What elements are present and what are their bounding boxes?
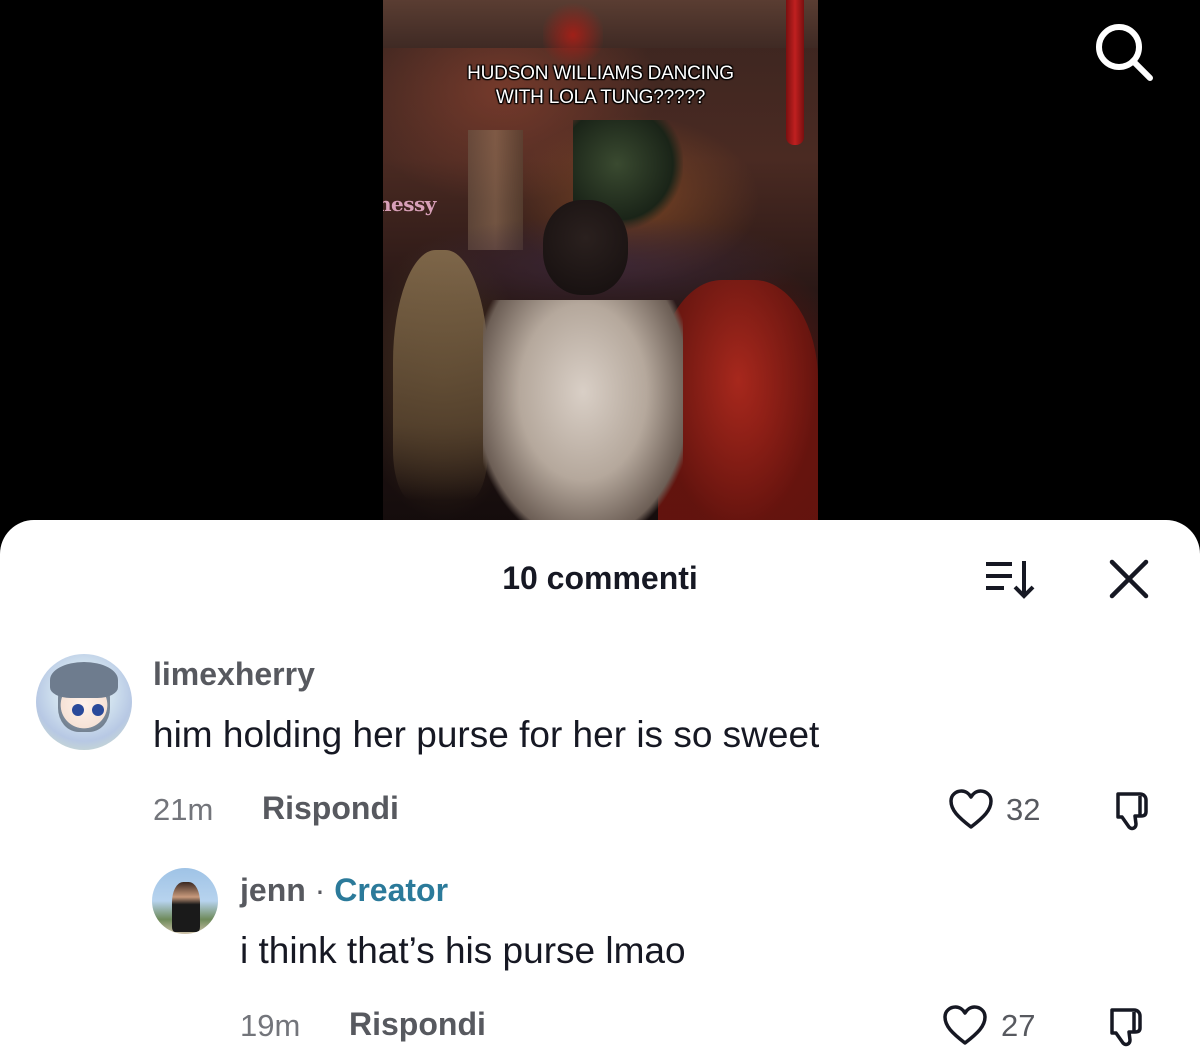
- video-scene-person-left: [393, 250, 488, 500]
- video-player[interactable]: nessy HUDSON WILLIAMS DANCING WITH LOLA …: [0, 0, 1200, 540]
- video-caption-line-2: WITH LOLA TUNG?????: [495, 87, 706, 108]
- dislike-icon[interactable]: [1110, 788, 1154, 832]
- like-count: 27: [1001, 1008, 1036, 1043]
- comment-username[interactable]: limexherry: [153, 656, 315, 693]
- comment-timestamp: 21m: [153, 792, 214, 827]
- avatar-hair: [50, 662, 118, 698]
- heart-icon[interactable]: [942, 1004, 988, 1046]
- reply-timestamp: 19m: [240, 1008, 301, 1043]
- close-icon[interactable]: [1108, 558, 1150, 600]
- reply-text: i think that’s his purse lmao: [240, 930, 686, 971]
- reply-username[interactable]: jenn: [240, 872, 306, 908]
- dislike-icon[interactable]: [1104, 1004, 1148, 1048]
- avatar-limexherry[interactable]: [36, 654, 132, 750]
- avatar-eye: [72, 704, 84, 716]
- sort-icon[interactable]: [984, 558, 1036, 600]
- heart-icon[interactable]: [948, 788, 994, 830]
- video-scene-sign: nessy: [383, 192, 436, 216]
- video-scene-light: [543, 0, 603, 70]
- comments-sheet: 10 commenti limexherry him holding her p…: [0, 520, 1200, 1062]
- video-frame[interactable]: nessy HUDSON WILLIAMS DANCING WITH LOLA …: [383, 0, 818, 530]
- video-scene-head: [543, 200, 628, 295]
- video-caption: HUDSON WILLIAMS DANCING WITH LOLA TUNG??…: [383, 62, 818, 110]
- comment-text: him holding her purse for her is so swee…: [153, 714, 820, 755]
- reply-button[interactable]: Rispondi: [349, 1006, 486, 1043]
- creator-badge: Creator: [334, 872, 449, 908]
- avatar-eye: [92, 704, 104, 716]
- avatar-figure: [172, 882, 200, 932]
- avatar-jenn[interactable]: [152, 868, 218, 934]
- search-icon[interactable]: [1092, 20, 1156, 84]
- like-count: 32: [1006, 792, 1041, 827]
- username-separator: ·: [314, 872, 326, 908]
- reply-username-row: jenn · Creator: [240, 872, 448, 909]
- video-scene-person-center: [483, 300, 683, 530]
- video-caption-line-1: HUDSON WILLIAMS DANCING: [467, 63, 734, 84]
- reply-button[interactable]: Rispondi: [262, 790, 399, 827]
